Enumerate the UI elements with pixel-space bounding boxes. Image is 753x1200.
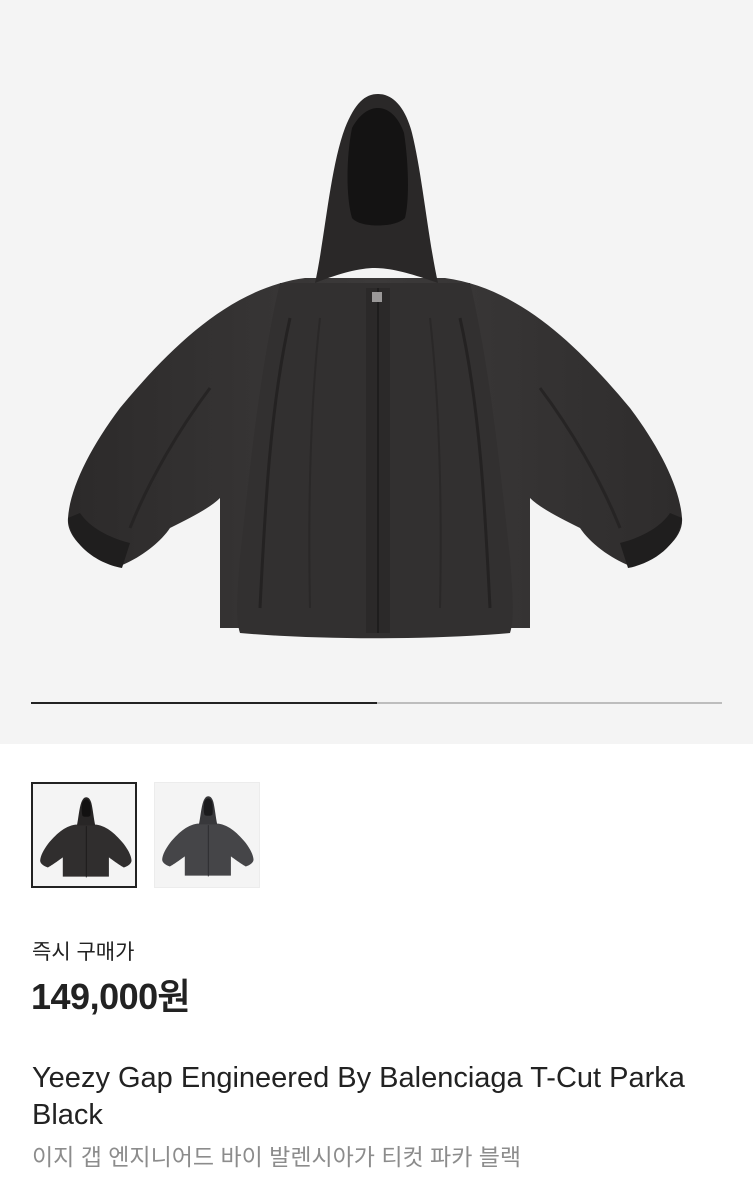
price: 149,000원	[31, 976, 191, 1017]
gallery-progress-bar	[31, 702, 722, 704]
product-image-gallery[interactable]	[0, 0, 753, 744]
price-label: 즉시 구매가	[32, 941, 135, 964]
thumbnail-1[interactable]	[31, 782, 137, 888]
thumbnail-image	[40, 797, 132, 878]
thumbnail-2[interactable]	[154, 782, 260, 888]
gallery-progress-fill	[31, 702, 377, 704]
product-image[interactable]	[60, 88, 692, 648]
thumbnail-image	[162, 796, 254, 877]
product-title: Yeezy Gap Engineered By Balenciaga T-Cut…	[32, 1062, 685, 1131]
product-subtitle: 이지 갭 엔지니어드 바이 발렌시아가 티컷 파카 블랙	[32, 1144, 522, 1170]
